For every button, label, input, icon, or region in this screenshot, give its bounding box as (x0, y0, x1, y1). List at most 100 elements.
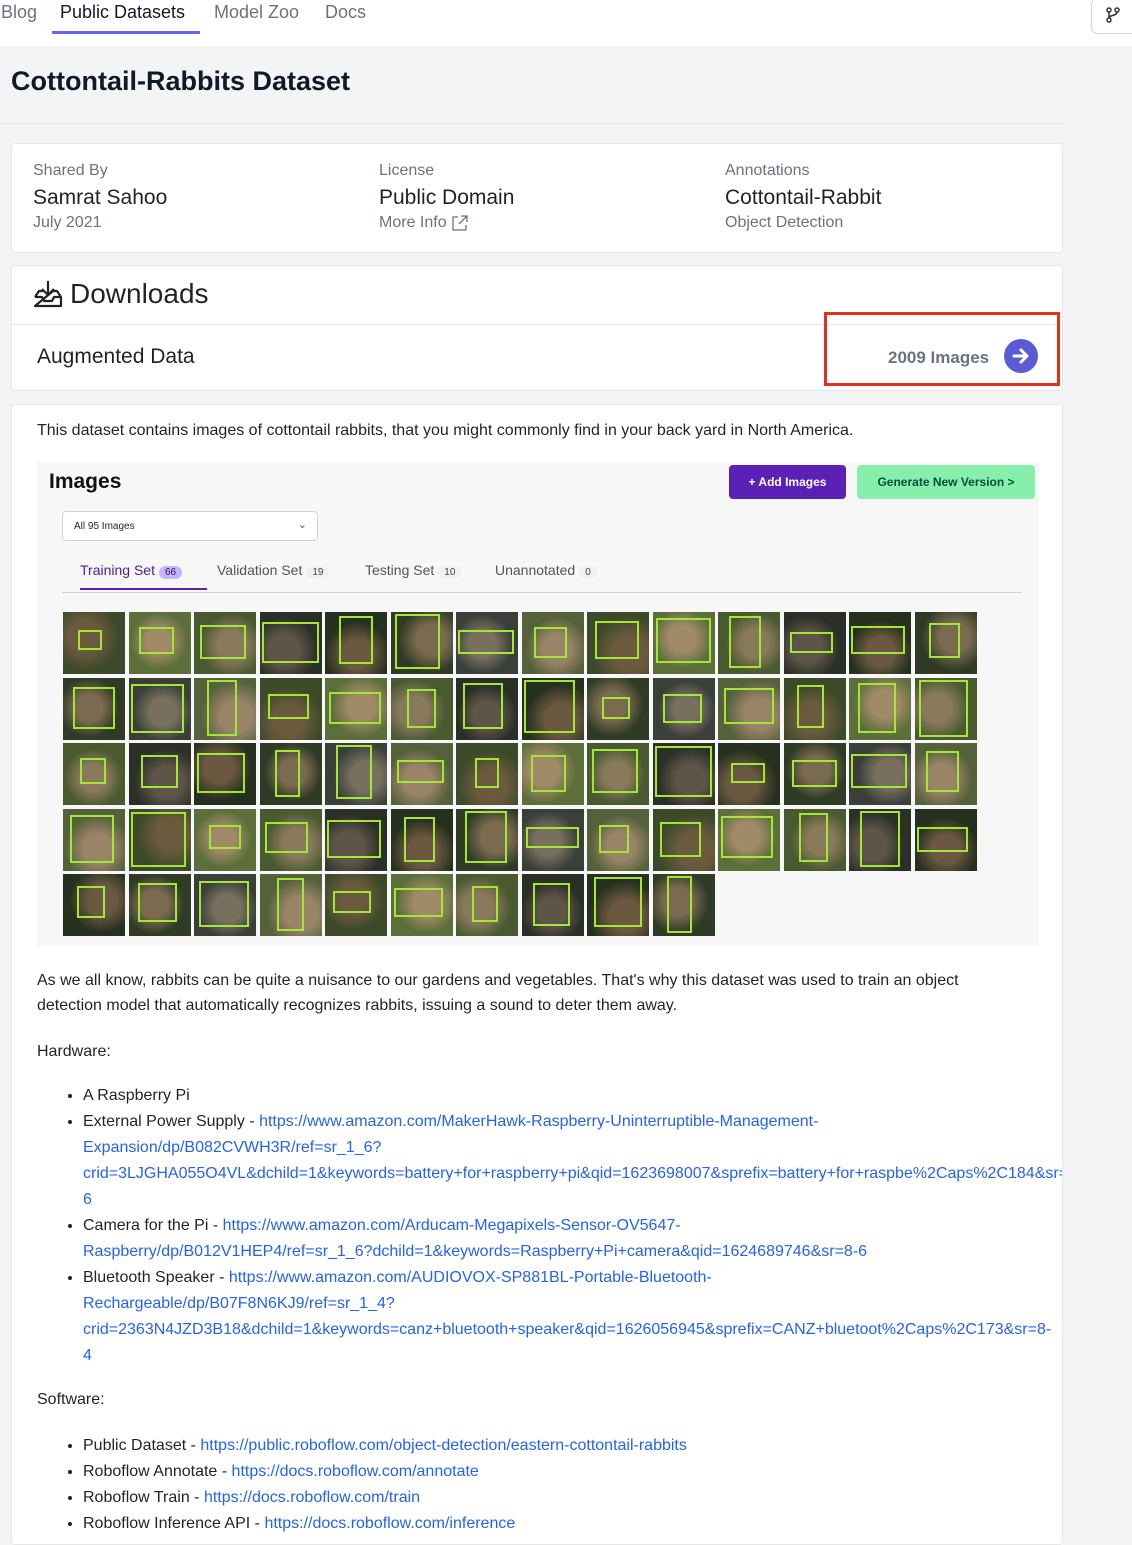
tab-divider (62, 592, 1022, 593)
image-thumbnail (194, 612, 256, 674)
image-thumbnail (849, 677, 911, 740)
bounding-box (207, 679, 237, 736)
image-thumbnail (325, 612, 387, 674)
software-heading: Software: (37, 1391, 105, 1408)
bounding-box (267, 693, 309, 719)
bounding-box (463, 682, 503, 729)
bounding-box (599, 824, 629, 853)
image-thumbnail (521, 612, 584, 674)
git-branch-icon (1106, 7, 1120, 23)
bounding-box (130, 683, 184, 733)
image-thumbnail (914, 743, 977, 805)
shared-by-value: Samrat Sahoo (33, 186, 168, 209)
list-item: Camera for the Pi - https://www.amazon.c… (83, 1213, 1062, 1265)
bounding-box (791, 760, 837, 787)
image-thumbnail (63, 612, 125, 674)
bounding-box (336, 745, 372, 799)
nav-docs[interactable]: Docs (325, 2, 366, 23)
more-info-label: More Info (379, 214, 447, 231)
image-thumbnail (63, 743, 125, 805)
image-thumbnail (390, 808, 453, 871)
license-more-info-link[interactable]: More Info (379, 214, 514, 232)
download-tray-icon (33, 281, 63, 308)
purpose-line-2: detection model that automatically recog… (37, 997, 678, 1014)
bounding-box (724, 687, 774, 724)
image-thumbnail (390, 612, 453, 674)
software-list: Public Dataset - https://public.roboflow… (58, 1433, 1062, 1537)
image-thumbnail (259, 808, 322, 871)
license-label: License (379, 162, 435, 179)
image-thumbnail (325, 743, 387, 805)
train-docs-link[interactable]: https://docs.roboflow.com/train (204, 1489, 420, 1506)
list-item: Roboflow Inference API - https://docs.ro… (83, 1511, 1062, 1537)
image-thumbnail (194, 677, 256, 740)
top-nav: Blog Public Datasets Model Zoo Docs (0, 0, 1132, 46)
image-thumbnail (259, 743, 322, 805)
bounding-box (327, 819, 381, 858)
nav-public-datasets[interactable]: Public Datasets (60, 2, 185, 23)
select-value: All 95 Images (74, 521, 135, 532)
image-thumbnail (587, 808, 649, 871)
bounding-box (333, 891, 371, 913)
bounding-box (533, 627, 567, 658)
hardware-heading: Hardware: (37, 1043, 111, 1060)
bounding-box (80, 758, 106, 784)
image-thumbnail (128, 743, 191, 805)
image-thumbnail (456, 874, 518, 936)
annotations-section: Annotations Cottontail-Rabbit Object Det… (725, 162, 881, 232)
bounding-box (130, 811, 186, 867)
image-thumbnail (456, 612, 518, 674)
bounding-box (798, 812, 828, 862)
image-thumbnail (259, 612, 322, 674)
bounding-box (532, 883, 570, 926)
image-thumbnail (194, 743, 256, 805)
external-link-icon (451, 215, 468, 231)
image-thumbnail (325, 808, 387, 871)
tab-training: Training Set 66 (80, 562, 183, 579)
annotate-docs-link[interactable]: https://docs.roboflow.com/annotate (232, 1463, 479, 1480)
image-thumbnail (456, 743, 518, 805)
image-thumbnail (783, 808, 846, 871)
image-thumbnail (194, 874, 256, 936)
image-thumbnail (718, 808, 780, 871)
main-content: Cottontail-Rabbits Dataset Shared By Sam… (0, 46, 1064, 1545)
image-thumbnail (456, 677, 518, 740)
public-dataset-link[interactable]: https://public.roboflow.com/object-detec… (200, 1437, 686, 1454)
bounding-box (525, 826, 579, 848)
image-thumbnail (783, 612, 846, 674)
bounding-box (73, 686, 115, 729)
image-thumbnail (390, 677, 453, 740)
bounding-box (209, 824, 241, 849)
image-thumbnail (259, 677, 322, 740)
bounding-box (274, 750, 300, 797)
speaker-link[interactable]: https://www.amazon.com/AUDIOVOX-SP881BL-… (83, 1269, 1051, 1364)
bounding-box (789, 632, 833, 653)
image-thumbnail (456, 808, 518, 871)
image-thumbnail (849, 743, 911, 805)
image-thumbnail (63, 874, 125, 936)
fork-button[interactable] (1091, 0, 1132, 34)
bounding-box (406, 688, 436, 728)
bounding-box (138, 627, 174, 654)
bounding-box (403, 816, 435, 862)
tab-validation: Validation Set 19 (217, 562, 330, 579)
image-thumbnail (783, 677, 846, 740)
bounding-box (592, 749, 638, 793)
image-thumbnail (128, 612, 191, 674)
downloads-title: Downloads (70, 278, 209, 309)
image-thumbnail (914, 677, 977, 740)
nav-model-zoo[interactable]: Model Zoo (214, 2, 299, 23)
image-thumbnail (652, 874, 715, 936)
nav-blog[interactable]: Blog (1, 2, 37, 23)
chevron-down-icon: ⌄ (297, 519, 307, 531)
image-thumbnail (849, 612, 911, 674)
inference-docs-link[interactable]: https://docs.roboflow.com/inference (264, 1515, 515, 1532)
bounding-box (530, 755, 566, 792)
bounding-box (137, 883, 177, 922)
description-card: This dataset contains images of cottonta… (11, 404, 1063, 1545)
annotations-value: Cottontail-Rabbit (725, 186, 882, 209)
bounding-box (928, 623, 960, 658)
bounding-box (276, 878, 304, 931)
bounding-box (197, 753, 245, 793)
image-thumbnail (718, 677, 780, 740)
